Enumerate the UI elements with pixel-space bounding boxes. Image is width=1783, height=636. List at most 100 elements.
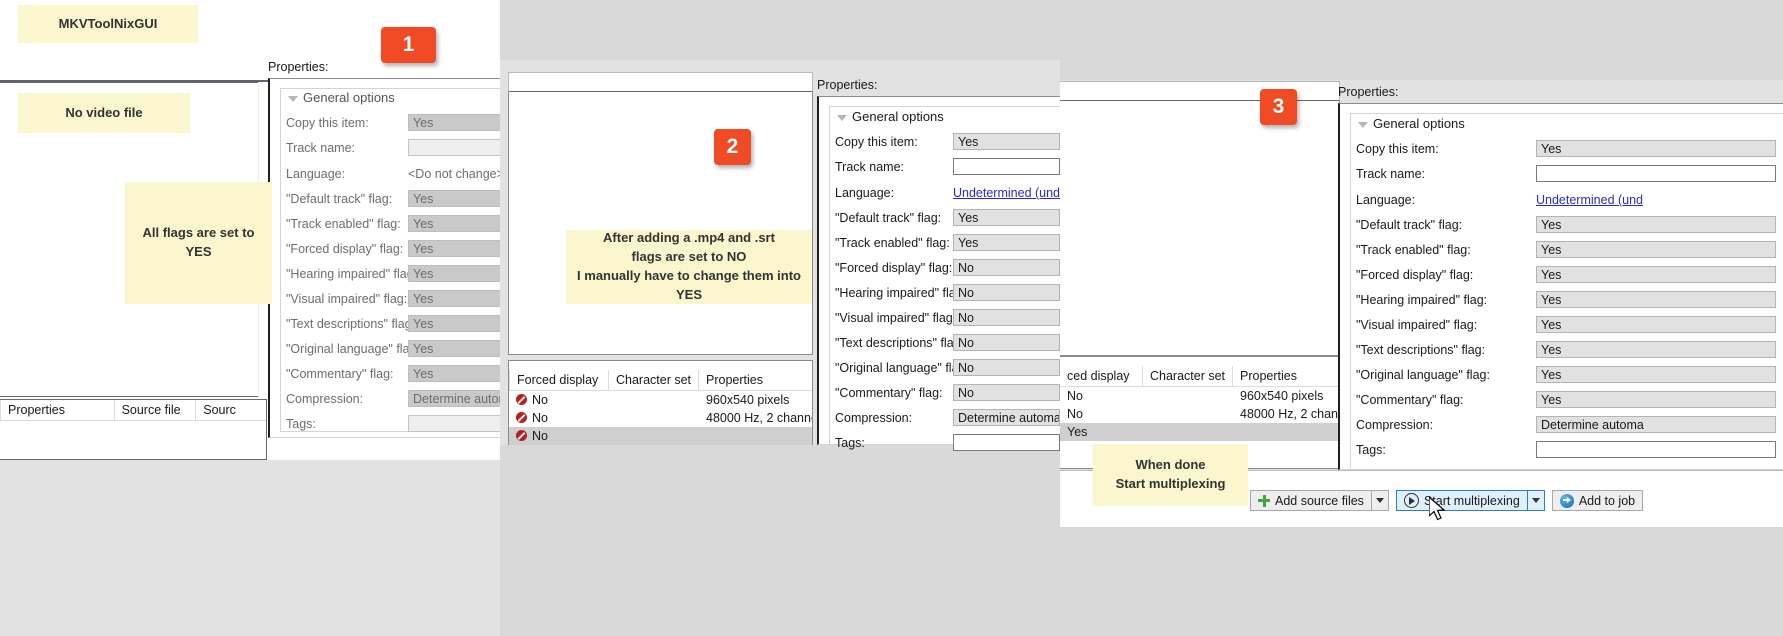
hearing-impaired-flag-value[interactable]: Yes [1536, 291, 1776, 308]
track-enabled-flag-value[interactable]: Yes [1536, 241, 1776, 258]
forced-display-flag-value[interactable]: No [953, 259, 1060, 276]
start-multiplexing-dropdown[interactable] [1527, 490, 1545, 511]
cell-properties: 960x540 pixels [1240, 389, 1324, 403]
column-header-forced-display[interactable]: Forced display [509, 370, 609, 390]
tags-input[interactable] [953, 434, 1060, 451]
track-enabled-flag-value[interactable]: Yes [953, 234, 1060, 251]
panel1-track-table[interactable]: Properties Source file Sourc [0, 399, 267, 460]
property-row-text-descriptions-flag: "Text descriptions" flag: Yes [1356, 341, 1776, 366]
text-descriptions-flag-value[interactable]: Yes [1536, 341, 1776, 358]
text-descriptions-flag-value[interactable]: No [953, 334, 1060, 351]
table-row[interactable]: No 960x540 pixels [509, 391, 812, 409]
column-header-forced-display[interactable]: ced display [1060, 366, 1143, 386]
chevron-down-icon [1531, 498, 1540, 503]
cell-character-set [609, 427, 699, 445]
track-name-input[interactable] [1536, 165, 1776, 182]
start-multiplexing-button[interactable]: Start multiplexing [1395, 490, 1528, 511]
collapse-triangle-icon[interactable] [288, 95, 298, 102]
property-row-forced-display-flag: "Forced display" flag: Yes [286, 240, 503, 265]
cell-forced-display: Yes [1067, 425, 1088, 439]
compression-value[interactable]: Determine automa [408, 390, 503, 407]
property-row-hearing-impaired-flag: "Hearing impaired" flag: No [835, 284, 1060, 309]
column-header-source-dir[interactable]: Sourc [196, 400, 266, 420]
property-row-commentary-flag: "Commentary" flag: No [835, 384, 1060, 409]
collapse-triangle-icon[interactable] [837, 114, 847, 121]
property-row-compression: Compression: Determine automa [286, 390, 503, 415]
add-source-files-dropdown[interactable] [1371, 490, 1389, 511]
note-line-1: After adding a .mp4 and .srt [603, 230, 775, 246]
hearing-impaired-flag-value[interactable]: No [953, 284, 1060, 301]
panel3-general-options-title[interactable]: General options [1354, 116, 1469, 131]
copy-this-item-value[interactable]: Yes [1536, 140, 1776, 157]
property-row-default-track-flag: "Default track" flag: Yes [286, 190, 503, 215]
visual-impaired-flag-value[interactable]: Yes [408, 290, 503, 307]
property-row-commentary-flag: "Commentary" flag: Yes [1356, 391, 1776, 416]
forced-display-no-icon [516, 394, 527, 405]
property-row-track-enabled-flag: "Track enabled" flag: Yes [286, 215, 503, 240]
property-row-visual-impaired-flag: "Visual impaired" flag: No [835, 309, 1060, 334]
track-name-input[interactable] [953, 158, 1060, 175]
panel2-track-table[interactable]: Forced display Character set Properties … [508, 360, 813, 445]
tags-input[interactable] [408, 415, 503, 432]
column-header-properties[interactable]: Properties [699, 370, 812, 390]
play-icon [1403, 493, 1419, 508]
panel2-source-files-box[interactable] [508, 72, 813, 92]
panel3-file-list-area[interactable] [1060, 101, 1340, 356]
default-track-flag-value[interactable]: Yes [408, 190, 503, 207]
language-link[interactable]: Undetermined (und [1536, 193, 1643, 207]
add-source-files-button[interactable]: Add source files [1250, 490, 1372, 511]
compression-value[interactable]: Determine automa [1536, 416, 1776, 433]
property-row-original-language-flag: "Original language" flag: Yes [286, 340, 503, 365]
table-row[interactable]: No 48000 Hz, 2 channels, 16 [1060, 405, 1339, 423]
forced-display-no-icon [516, 430, 527, 441]
track-name-input[interactable] [408, 139, 503, 156]
commentary-flag-value[interactable]: Yes [408, 365, 503, 382]
table-row[interactable]: No [509, 427, 812, 445]
track-enabled-flag-value[interactable]: Yes [408, 215, 503, 232]
cell-forced-display: No [1067, 407, 1083, 421]
column-header-source-file[interactable]: Source file [115, 400, 197, 420]
tags-input[interactable] [1536, 441, 1776, 458]
table-row[interactable]: No 960x540 pixels [1060, 387, 1339, 405]
commentary-flag-value[interactable]: No [953, 384, 1060, 401]
forced-display-flag-value[interactable]: Yes [408, 240, 503, 257]
cell-properties [699, 427, 812, 445]
add-to-job-icon [1559, 493, 1574, 508]
panel1-general-options-title[interactable]: General options [284, 90, 399, 105]
add-to-job-button[interactable]: Add to job [1551, 490, 1644, 511]
copy-this-item-value[interactable]: Yes [953, 133, 1060, 150]
copy-this-item-value[interactable]: Yes [408, 114, 503, 131]
note-line-2: flags are set to NO [631, 249, 747, 265]
property-row-track-name: Track name: [835, 158, 1060, 183]
panel3-source-files-box[interactable] [1060, 81, 1340, 101]
commentary-flag-value[interactable]: Yes [1536, 391, 1776, 408]
forced-display-flag-value[interactable]: Yes [1536, 266, 1776, 283]
default-track-flag-value[interactable]: Yes [953, 209, 1060, 226]
language-link[interactable]: Undetermined (und [953, 186, 1060, 200]
panel2-general-options-title[interactable]: General options [833, 109, 948, 124]
column-header-properties[interactable]: Properties [1233, 366, 1338, 386]
language-value[interactable]: <Do not change> [408, 167, 504, 181]
table-row[interactable]: No 48000 Hz, 2 channels, 16 [509, 409, 812, 427]
original-language-flag-value[interactable]: Yes [1536, 366, 1776, 383]
visual-impaired-flag-value[interactable]: No [953, 309, 1060, 326]
panel1-track-table-header: Properties Source file Sourc [0, 400, 266, 421]
column-header-properties[interactable]: Properties [0, 400, 115, 420]
original-language-flag-value[interactable]: Yes [408, 340, 503, 357]
original-language-flag-value[interactable]: No [953, 359, 1060, 376]
column-header-character-set[interactable]: Character set [1143, 366, 1233, 386]
column-header-character-set[interactable]: Character set [609, 370, 699, 390]
text-descriptions-flag-value[interactable]: Yes [408, 315, 503, 332]
panel-3-screenshot: ced display Character set Properties No … [1060, 80, 1783, 527]
collapse-triangle-icon[interactable] [1358, 121, 1368, 128]
panel2-file-list-area[interactable] [508, 92, 813, 355]
hearing-impaired-flag-value[interactable]: Yes [408, 265, 503, 282]
default-track-flag-value[interactable]: Yes [1536, 216, 1776, 233]
panel1-properties-caption: Properties: [268, 60, 329, 74]
cell-character-set [1143, 387, 1233, 405]
compression-value[interactable]: Determine automa [953, 409, 1060, 426]
visual-impaired-flag-value[interactable]: Yes [1536, 316, 1776, 333]
table-row[interactable]: Yes [1060, 423, 1339, 441]
plus-icon [1258, 494, 1270, 507]
chevron-down-icon [1375, 498, 1384, 503]
